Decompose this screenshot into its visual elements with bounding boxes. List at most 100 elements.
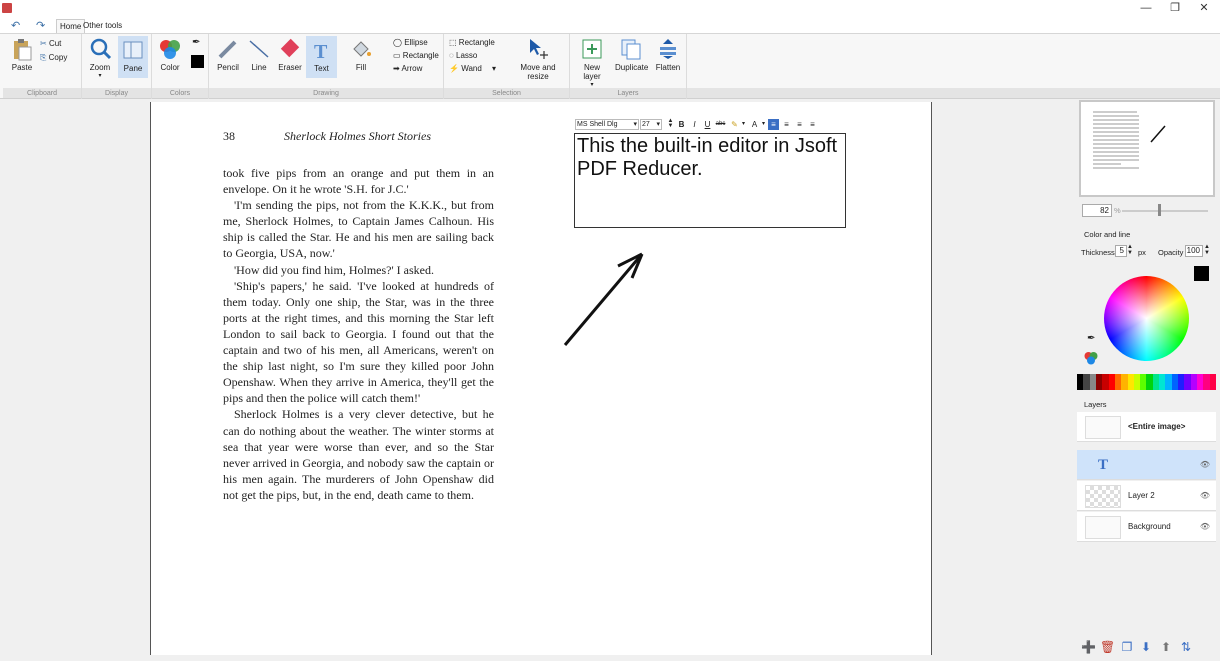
selection-group-label: Selection <box>492 90 521 97</box>
wand-select-tool[interactable]: ⚡ Wand ▾ <box>449 64 496 74</box>
ellipse-icon: ◯ <box>393 38 402 47</box>
align-justify-icon[interactable]: ≡ <box>807 119 818 130</box>
layer-row-text[interactable]: T 👁 <box>1077 450 1216 480</box>
fill-button[interactable]: Fill <box>348 37 374 72</box>
drawing-group: Pencil Line Eraser T Text Fill ◯ Ellipse… <box>209 34 444 99</box>
align-left-icon[interactable]: ≡ <box>768 119 779 130</box>
eye-icon[interactable]: 👁 <box>1200 522 1210 531</box>
color-and-line-header: Color and line <box>1084 230 1131 239</box>
chevron-down-icon: ▾ <box>656 121 660 128</box>
font-family-select[interactable]: MS Shell Dlg ▾ <box>575 119 639 130</box>
lasso-select-tool[interactable]: ◌ Lasso <box>449 51 477 61</box>
rectangle-icon: ▭ <box>393 51 401 60</box>
app-icon <box>2 3 12 13</box>
pane-button[interactable]: Pane <box>118 36 148 78</box>
add-layer-icon[interactable]: ➕ <box>1081 640 1096 654</box>
thickness-unit: px <box>1138 248 1146 257</box>
close-button[interactable]: ✕ <box>1196 1 1212 15</box>
page-thumbnail[interactable] <box>1079 100 1215 197</box>
new-layer-dropdown-icon: ▾ <box>590 82 594 88</box>
thumbnail-preview <box>1091 108 1166 170</box>
current-color-swatch[interactable] <box>1194 266 1209 281</box>
thickness-input[interactable]: 5 <box>1115 245 1127 257</box>
duplicate-layer-icon[interactable]: ❐ <box>1120 640 1134 654</box>
underline-button[interactable]: U <box>702 119 713 130</box>
ribbon: Paste ✂ Cut ⎘ Copy Clipboard Zoom ▾ Pane… <box>0 33 1220 99</box>
zoom-dropdown-icon: ▾ <box>98 73 102 79</box>
layers-panel-title: Layers <box>1084 400 1107 409</box>
move-layer-down-icon[interactable]: ⬇ <box>1139 640 1153 654</box>
layer-row-layer-2[interactable]: Layer 2 👁 <box>1077 481 1216 511</box>
drawn-arrow-shape[interactable] <box>560 248 650 350</box>
thickness-stepper-icon[interactable]: ▲ ▼ <box>1127 244 1133 256</box>
eraser-button[interactable]: Eraser <box>276 37 304 72</box>
page-number: 38 <box>223 129 235 143</box>
display-group-label: Display <box>105 90 128 97</box>
palette-swatch[interactable] <box>1209 374 1216 390</box>
font-size-select[interactable]: 27 ▾ <box>640 119 662 130</box>
paragraph: 'Ship's papers,' he said. 'I've looked a… <box>223 278 494 406</box>
paragraph: 'I'm sending the pips, not from the K.K.… <box>223 198 494 261</box>
clipboard-group-label: Clipboard <box>27 90 57 97</box>
italic-button[interactable]: I <box>689 119 700 130</box>
move-resize-button[interactable]: Move and resize <box>510 37 566 81</box>
layer-row-entire-image[interactable]: <Entire image> <box>1077 412 1216 442</box>
line-button[interactable]: Line <box>246 37 272 72</box>
rectangle-tool[interactable]: ▭ Rectangle <box>393 51 439 61</box>
opacity-input[interactable]: 100 <box>1185 245 1203 257</box>
color-wheel[interactable] <box>1104 276 1189 361</box>
text-tool-button[interactable]: T Text <box>306 36 337 78</box>
move-cursor-icon <box>530 39 548 59</box>
flatten-button[interactable]: Flatten <box>653 37 683 72</box>
size-stepper-icon[interactable]: ▲ ▼ <box>665 118 676 130</box>
color-picker-icon[interactable] <box>1083 350 1099 366</box>
zoom-button[interactable]: Zoom ▾ <box>87 37 113 79</box>
zoom-unit: % <box>1114 206 1121 215</box>
bold-button[interactable]: B <box>676 119 687 130</box>
opacity-stepper-icon[interactable]: ▲ ▼ <box>1204 244 1210 256</box>
zoom-percent-input[interactable]: 82 <box>1082 204 1112 217</box>
zoom-slider-track[interactable] <box>1122 210 1208 212</box>
cut-button[interactable]: ✂ Cut <box>40 39 61 49</box>
chevron-down-icon: ▾ <box>633 121 637 128</box>
layer-name: Layer 2 <box>1128 491 1155 500</box>
eye-icon[interactable]: 👁 <box>1200 460 1210 469</box>
lasso-icon: ◌ <box>449 51 454 60</box>
arrow-tool[interactable]: ➡ Arrow <box>393 64 422 74</box>
maximize-button[interactable]: ❐ <box>1167 1 1183 15</box>
tab-other-tools[interactable]: Other tools <box>80 19 125 33</box>
chevron-down-icon[interactable]: ▾ <box>738 119 749 130</box>
paste-button[interactable]: Paste <box>9 37 35 72</box>
color-palette[interactable] <box>1077 374 1216 390</box>
eye-icon[interactable]: 👁 <box>1200 491 1210 500</box>
new-layer-button[interactable]: New layer ▾ <box>575 37 609 88</box>
duplicate-button[interactable]: Duplicate <box>615 37 648 72</box>
layer-row-background[interactable]: Background 👁 <box>1077 512 1216 542</box>
layer-thumbnail <box>1085 516 1121 539</box>
rectangle-select-tool[interactable]: ⬚ Rectangle <box>449 38 495 48</box>
scissors-icon: ✂ <box>40 39 47 48</box>
align-center-icon[interactable]: ≡ <box>781 119 792 130</box>
color-button[interactable]: Color <box>157 37 183 72</box>
align-right-icon[interactable]: ≡ <box>794 119 805 130</box>
eyedropper-icon[interactable]: ✒ <box>192 38 200 48</box>
ellipse-tool[interactable]: ◯ Ellipse <box>393 38 428 48</box>
drawing-group-label: Drawing <box>313 90 339 97</box>
merge-layer-icon[interactable]: ⇅ <box>1179 640 1193 654</box>
redo-icon[interactable]: ↷ <box>36 19 45 32</box>
text-edit-box[interactable]: This the built-in editor in Jsoft PDF Re… <box>574 133 846 228</box>
copy-button[interactable]: ⎘ Copy <box>40 53 67 63</box>
minimize-button[interactable]: — <box>1138 1 1154 15</box>
duplicate-icon <box>621 39 641 60</box>
zoom-slider-thumb[interactable] <box>1158 204 1161 216</box>
pencil-button[interactable]: Pencil <box>215 37 241 72</box>
undo-icon[interactable]: ↶ <box>11 19 20 32</box>
text-t-icon: T <box>314 41 328 62</box>
arrow-icon: ➡ <box>393 64 400 73</box>
move-layer-up-icon[interactable]: ⬆ <box>1159 640 1173 654</box>
strikethrough-button[interactable]: abc <box>715 119 726 130</box>
current-color-swatch[interactable] <box>191 55 204 68</box>
delete-layer-icon[interactable]: 🗑 <box>1100 640 1115 654</box>
eyedropper-icon[interactable]: ✒ <box>1087 333 1095 344</box>
paragraph: 'How did you find him, Holmes?' I asked. <box>234 262 434 277</box>
